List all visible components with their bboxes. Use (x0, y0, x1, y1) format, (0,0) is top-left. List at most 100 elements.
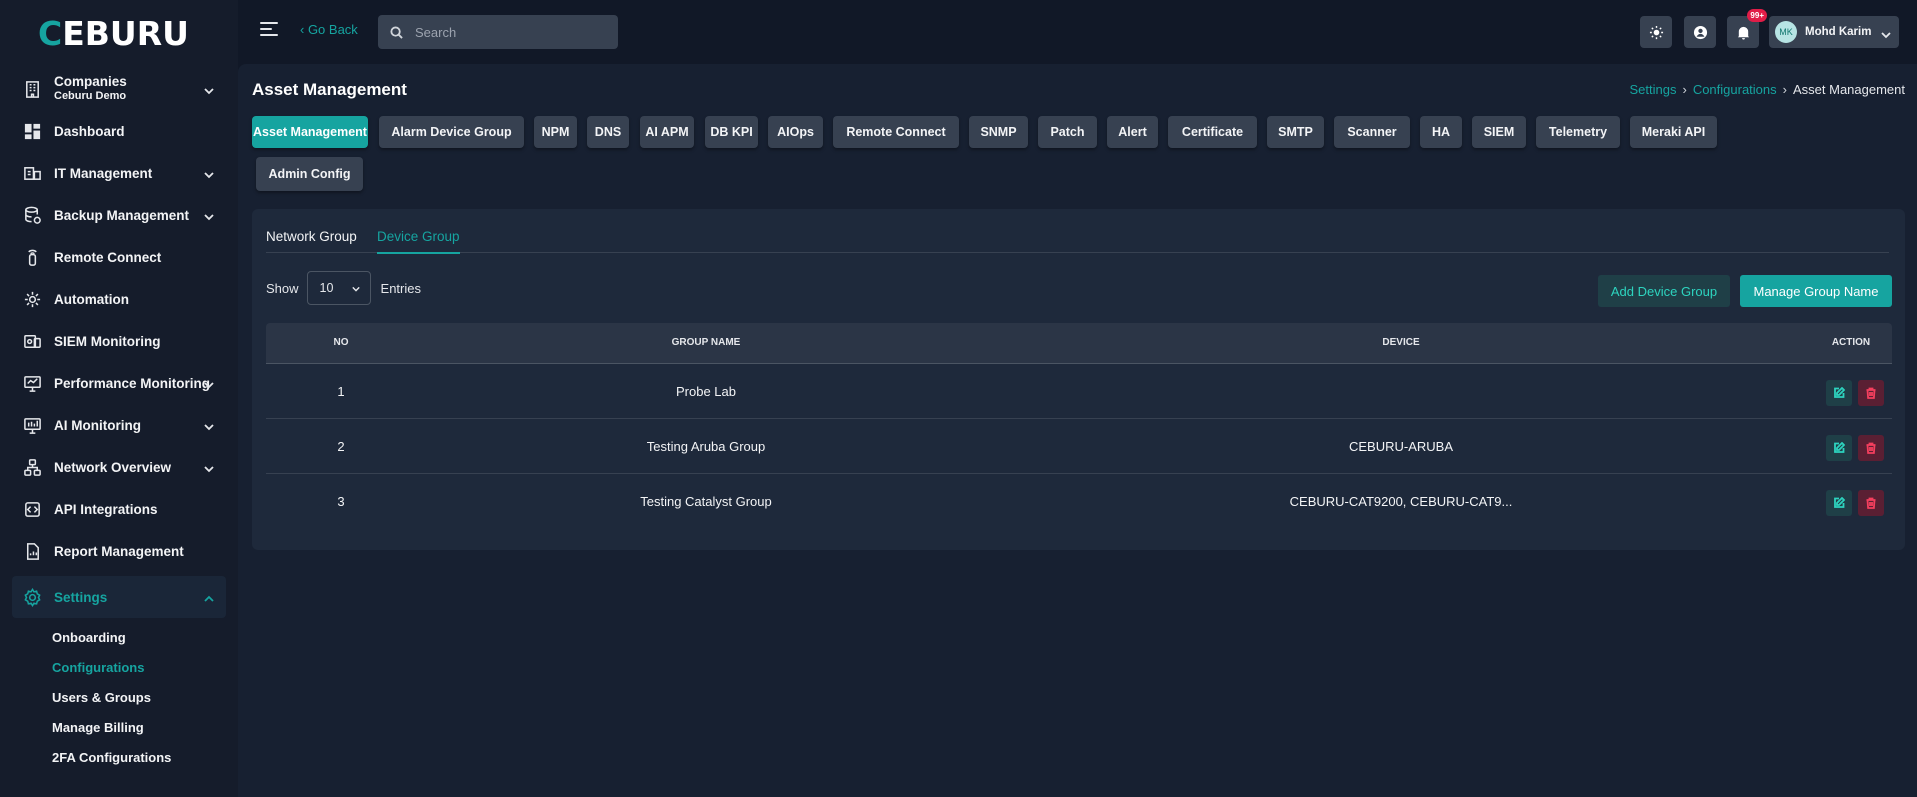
delete-button[interactable] (1858, 380, 1884, 406)
tab-telemetry[interactable]: Telemetry (1536, 116, 1620, 148)
tab-asset-management[interactable]: Asset Management (252, 116, 368, 148)
monitor-icon (22, 373, 42, 393)
hamburger-menu-icon[interactable] (260, 22, 278, 36)
sidebar-item-api-integrations[interactable]: API Integrations (12, 488, 226, 530)
sidebar-item-remote-connect[interactable]: Remote Connect (12, 236, 226, 278)
sidebar-item-automation[interactable]: Automation (12, 278, 226, 320)
profile-button[interactable] (1684, 16, 1716, 48)
tab-meraki-api[interactable]: Meraki API (1630, 116, 1717, 148)
chevron-down-icon (1881, 27, 1891, 39)
sidebar-item-dashboard[interactable]: Dashboard (12, 110, 226, 152)
tab-alarm-device-group[interactable]: Alarm Device Group (379, 116, 524, 148)
tab-remote-connect[interactable]: Remote Connect (833, 116, 959, 148)
cell-no: 2 (337, 439, 345, 454)
edit-button[interactable] (1826, 380, 1852, 406)
sun-icon (1649, 25, 1663, 39)
tab-dns[interactable]: DNS (587, 116, 629, 148)
breadcrumb-configurations[interactable]: Configurations (1693, 82, 1777, 97)
user-circle-icon (1693, 25, 1707, 39)
backup-icon (22, 205, 42, 225)
sidebar-item-label: Backup Management (54, 207, 190, 223)
breadcrumb-current: Asset Management (1792, 82, 1905, 97)
sidebar-item-label: Settings (54, 589, 108, 605)
ceburu-logo[interactable]: CEBURU (38, 14, 189, 53)
report-icon (22, 541, 42, 561)
sidebar-nav: Companies Ceburu Demo Dashboard IT Manage… (12, 68, 226, 772)
sidebar-item-settings[interactable]: Settings (12, 576, 226, 618)
entries-select[interactable]: 10 (306, 271, 371, 305)
show-label: Show (266, 280, 299, 296)
sidebar-item-label: Remote Connect (54, 249, 162, 265)
sidebar-item-performance-monitoring[interactable]: Performance Monitoring (12, 362, 226, 404)
bell-icon (1737, 26, 1749, 40)
page-title: Asset Management (252, 80, 407, 99)
sidebar-item-label: API Integrations (54, 501, 158, 517)
subtab-network-group[interactable]: Network Group (266, 229, 357, 244)
tab-db-kpi[interactable]: DB KPI (705, 116, 758, 148)
tab-smtp[interactable]: SMTP (1267, 116, 1324, 148)
chevron-down-icon (204, 462, 214, 473)
theme-toggle-button[interactable] (1640, 16, 1672, 48)
avatar: MK (1775, 21, 1797, 43)
user-menu[interactable]: MK Mohd Karim (1769, 16, 1899, 48)
breadcrumb-settings[interactable]: Settings (1629, 82, 1676, 97)
sidebar-item-it-management[interactable]: IT Management (12, 152, 226, 194)
notification-count-badge: 99+ (1747, 9, 1767, 22)
sidebar-item-label: IT Management (54, 165, 153, 181)
go-back-link[interactable]: ‹ Go Back (300, 22, 358, 37)
tab-certificate[interactable]: Certificate (1168, 116, 1257, 148)
trash-icon (1866, 497, 1876, 509)
siem-icon (22, 331, 42, 351)
tab-siem[interactable]: SIEM (1472, 116, 1526, 148)
add-device-group-button[interactable]: Add Device Group (1598, 275, 1730, 307)
app-root: CEBURU Companies Ceburu Demo Dashboard IT… (0, 0, 1917, 797)
sidebar-item-label: Companies (54, 74, 127, 89)
api-icon (22, 499, 42, 519)
device-group-card: Network Group Device Group Show 10 Entri… (252, 209, 1905, 550)
submenu-item-users-groups[interactable]: Users & Groups (52, 682, 226, 712)
chevron-down-icon (204, 378, 214, 389)
logo-rest: EBURU (62, 14, 189, 53)
ai-monitor-icon (22, 415, 42, 435)
edit-button[interactable] (1826, 435, 1852, 461)
tab-ha[interactable]: HA (1420, 116, 1462, 148)
sidebar-item-companies[interactable]: Companies Ceburu Demo (12, 68, 226, 110)
chevron-down-icon (204, 420, 214, 431)
tab-snmp[interactable]: SNMP (969, 116, 1028, 148)
sidebar-item-siem-monitoring[interactable]: SIEM Monitoring (12, 320, 226, 362)
settings-submenu: Onboarding Configurations Users & Groups… (12, 622, 226, 772)
tab-ai-apm[interactable]: AI APM (640, 116, 694, 148)
submenu-item-onboarding[interactable]: Onboarding (52, 622, 226, 652)
column-header-group-name: GROUP NAME (671, 337, 741, 348)
edit-button[interactable] (1826, 490, 1852, 516)
it-management-icon (22, 163, 42, 183)
manage-group-name-button[interactable]: Manage Group Name (1740, 275, 1892, 307)
tab-admin-config[interactable]: Admin Config (256, 157, 363, 191)
subtab-device-group[interactable]: Device Group (377, 229, 460, 254)
table-row: 3 Testing Catalyst Group CEBURU-CAT9200,… (266, 474, 1892, 529)
trash-icon (1866, 442, 1876, 454)
tab-npm[interactable]: NPM (534, 116, 577, 148)
tab-aiops[interactable]: AIOps (768, 116, 823, 148)
column-header-action: ACTION (1831, 337, 1871, 348)
automation-gear-icon (22, 289, 42, 309)
cell-group-name: Testing Catalyst Group (640, 494, 772, 509)
submenu-item-manage-billing[interactable]: Manage Billing (52, 712, 226, 742)
search-input[interactable] (415, 24, 595, 40)
delete-button[interactable] (1858, 490, 1884, 516)
submenu-item-2fa-configurations[interactable]: 2FA Configurations (52, 742, 226, 772)
sidebar-item-backup-management[interactable]: Backup Management (12, 194, 226, 236)
sidebar-item-network-overview[interactable]: Network Overview (12, 446, 226, 488)
tab-scanner[interactable]: Scanner (1334, 116, 1410, 148)
submenu-item-configurations[interactable]: Configurations (52, 652, 226, 682)
notifications-button[interactable]: 99+ (1727, 9, 1767, 48)
sidebar: CEBURU Companies Ceburu Demo Dashboard IT… (0, 0, 238, 797)
group-subtabs: Network Group Device Group (266, 223, 1889, 254)
sidebar-item-ai-monitoring[interactable]: AI Monitoring (12, 404, 226, 446)
delete-button[interactable] (1858, 435, 1884, 461)
tab-alert[interactable]: Alert (1107, 116, 1158, 148)
sidebar-item-report-management[interactable]: Report Management (12, 530, 226, 572)
user-name: Mohd Karim (1805, 26, 1872, 38)
tab-patch[interactable]: Patch (1038, 116, 1097, 148)
chevron-down-icon (204, 168, 214, 179)
